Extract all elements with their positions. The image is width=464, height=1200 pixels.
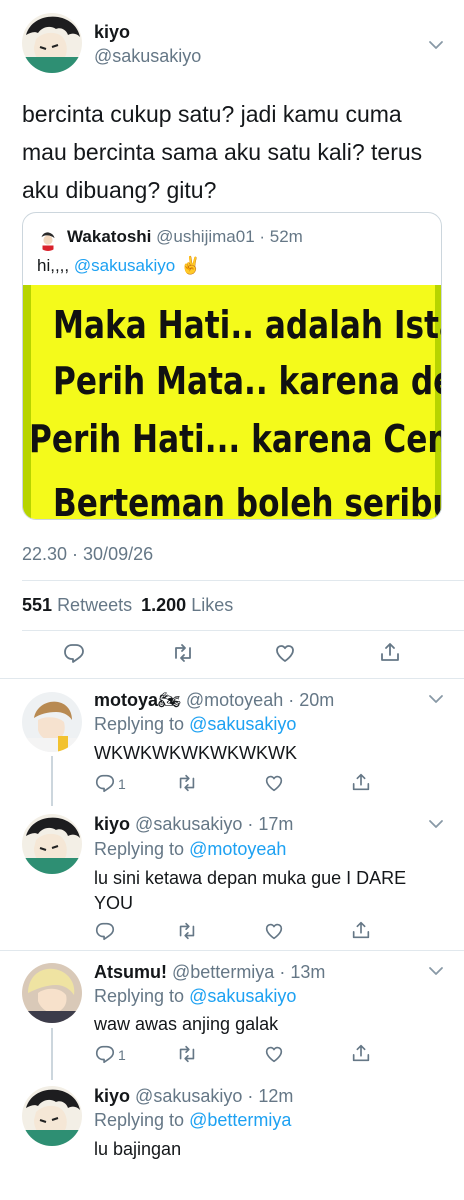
- quoted-author-name: Wakatoshi: [67, 227, 152, 246]
- divider: [22, 580, 464, 581]
- divider: [22, 630, 464, 631]
- author-handle-time[interactable]: @sakusakiyo · 17m: [135, 814, 293, 834]
- retweet-icon[interactable]: [176, 772, 198, 794]
- share-icon[interactable]: [378, 640, 402, 664]
- motorcycle-emoji: 🏍: [158, 690, 181, 710]
- reply-text-line: lu sini ketawa depan muka gue I DARE: [94, 868, 407, 888]
- tweet-text-line: bercinta cukup satu? jadi kamu cuma: [22, 101, 402, 127]
- quoted-mention[interactable]: @sakusakiyo: [74, 256, 175, 275]
- replying-to-link[interactable]: @bettermiya: [189, 1110, 291, 1130]
- retweet-icon[interactable]: [176, 920, 198, 942]
- reply-icon[interactable]: [94, 920, 116, 942]
- replying-label: Replying to: [94, 1110, 185, 1130]
- author-name[interactable]: kiyo: [94, 1086, 130, 1106]
- quoted-author-handle-time: @ushijima01 · 52m: [156, 227, 303, 246]
- avatar[interactable]: [22, 692, 82, 752]
- retweet-label[interactable]: Retweets: [57, 595, 132, 615]
- thread-line: [51, 1028, 53, 1080]
- tweet-stats: 551 Retweets 1.200 Likes: [22, 595, 233, 616]
- image-text-line: Maka Hati.. adalah Istana,: [53, 303, 441, 347]
- quoted-text: hi,,,,: [37, 256, 70, 275]
- like-label[interactable]: Likes: [191, 595, 233, 615]
- tweet-text: bercinta cukup satu? jadi kamu cuma mau …: [22, 95, 422, 209]
- retweet-icon[interactable]: [171, 641, 195, 665]
- share-icon[interactable]: [350, 1042, 372, 1064]
- avatar[interactable]: [22, 814, 82, 874]
- reply-text: WKWKWKWKWKWKWK: [94, 743, 297, 763]
- quoted-tweet[interactable]: Wakatoshi @ushijima01 · 52m hi,,,, @saku…: [22, 212, 442, 520]
- tweet-text-line: mau bercinta sama aku satu kali? terus: [22, 139, 423, 165]
- divider: [0, 950, 464, 951]
- share-icon[interactable]: [350, 771, 372, 793]
- author-handle-time[interactable]: @sakusakiyo · 12m: [135, 1086, 293, 1106]
- avatar[interactable]: [22, 963, 82, 1023]
- reply-icon[interactable]: [94, 1043, 116, 1065]
- tweet-timestamp[interactable]: 22.30 · 30/09/26: [22, 544, 153, 565]
- reply-text: lu bajingan: [94, 1139, 182, 1159]
- replying-label: Replying to: [94, 714, 185, 734]
- author-name[interactable]: motoya: [94, 690, 158, 710]
- reply-text-line: YOU: [94, 893, 134, 913]
- chevron-down-icon[interactable]: [428, 40, 444, 50]
- like-icon[interactable]: [263, 920, 285, 942]
- retweet-count[interactable]: 551: [22, 595, 52, 615]
- author-handle[interactable]: @sakusakiyo: [94, 46, 201, 67]
- chevron-down-icon[interactable]: [428, 694, 444, 704]
- victory-hand-emoji: ✌: [179, 256, 202, 275]
- avatar[interactable]: [22, 13, 82, 73]
- reply-icon[interactable]: [94, 772, 116, 794]
- reply-text: waw awas anjing galak: [94, 1014, 279, 1034]
- divider: [0, 678, 464, 679]
- tweet-text-line: aku dibuang? gitu?: [22, 177, 217, 203]
- like-icon[interactable]: [273, 641, 297, 665]
- like-icon[interactable]: [263, 772, 285, 794]
- like-count[interactable]: 1.200: [141, 595, 186, 615]
- author-name[interactable]: Atsumu!: [94, 962, 167, 982]
- author-name[interactable]: kiyo: [94, 814, 130, 834]
- replying-to-link[interactable]: @sakusakiyo: [189, 986, 296, 1006]
- quoted-avatar: [37, 229, 59, 251]
- author-name[interactable]: kiyo: [94, 22, 130, 43]
- avatar[interactable]: [22, 1086, 82, 1146]
- image-text-line: Berteman boleh seribu .. !!: [53, 481, 441, 520]
- image-text-line: Perih Mata.. karena debu,: [53, 359, 441, 403]
- reply-text: lu sini ketawa depan muka gue I DARE YOU: [94, 866, 406, 916]
- chevron-down-icon[interactable]: [428, 819, 444, 829]
- replying-to-link[interactable]: @motoyeah: [189, 839, 286, 859]
- author-handle-time[interactable]: @motoyeah · 20m: [186, 690, 334, 710]
- replying-to-link[interactable]: @sakusakiyo: [189, 714, 296, 734]
- quoted-image[interactable]: Maka Hati.. adalah Istana, Perih Mata.. …: [23, 285, 441, 520]
- replying-label: Replying to: [94, 986, 185, 1006]
- author-handle-time[interactable]: @bettermiya · 13m: [172, 962, 325, 982]
- replying-label: Replying to: [94, 839, 185, 859]
- like-icon[interactable]: [263, 1043, 285, 1065]
- retweet-icon[interactable]: [176, 1043, 198, 1065]
- reply-count: 1: [118, 776, 126, 792]
- reply-count: 1: [118, 1047, 126, 1063]
- chevron-down-icon[interactable]: [428, 966, 444, 976]
- share-icon[interactable]: [350, 919, 372, 941]
- image-text-line: Perih Hati... karena Cemburu,: [29, 417, 441, 461]
- reply-icon[interactable]: [62, 641, 86, 665]
- thread-line: [51, 756, 53, 806]
